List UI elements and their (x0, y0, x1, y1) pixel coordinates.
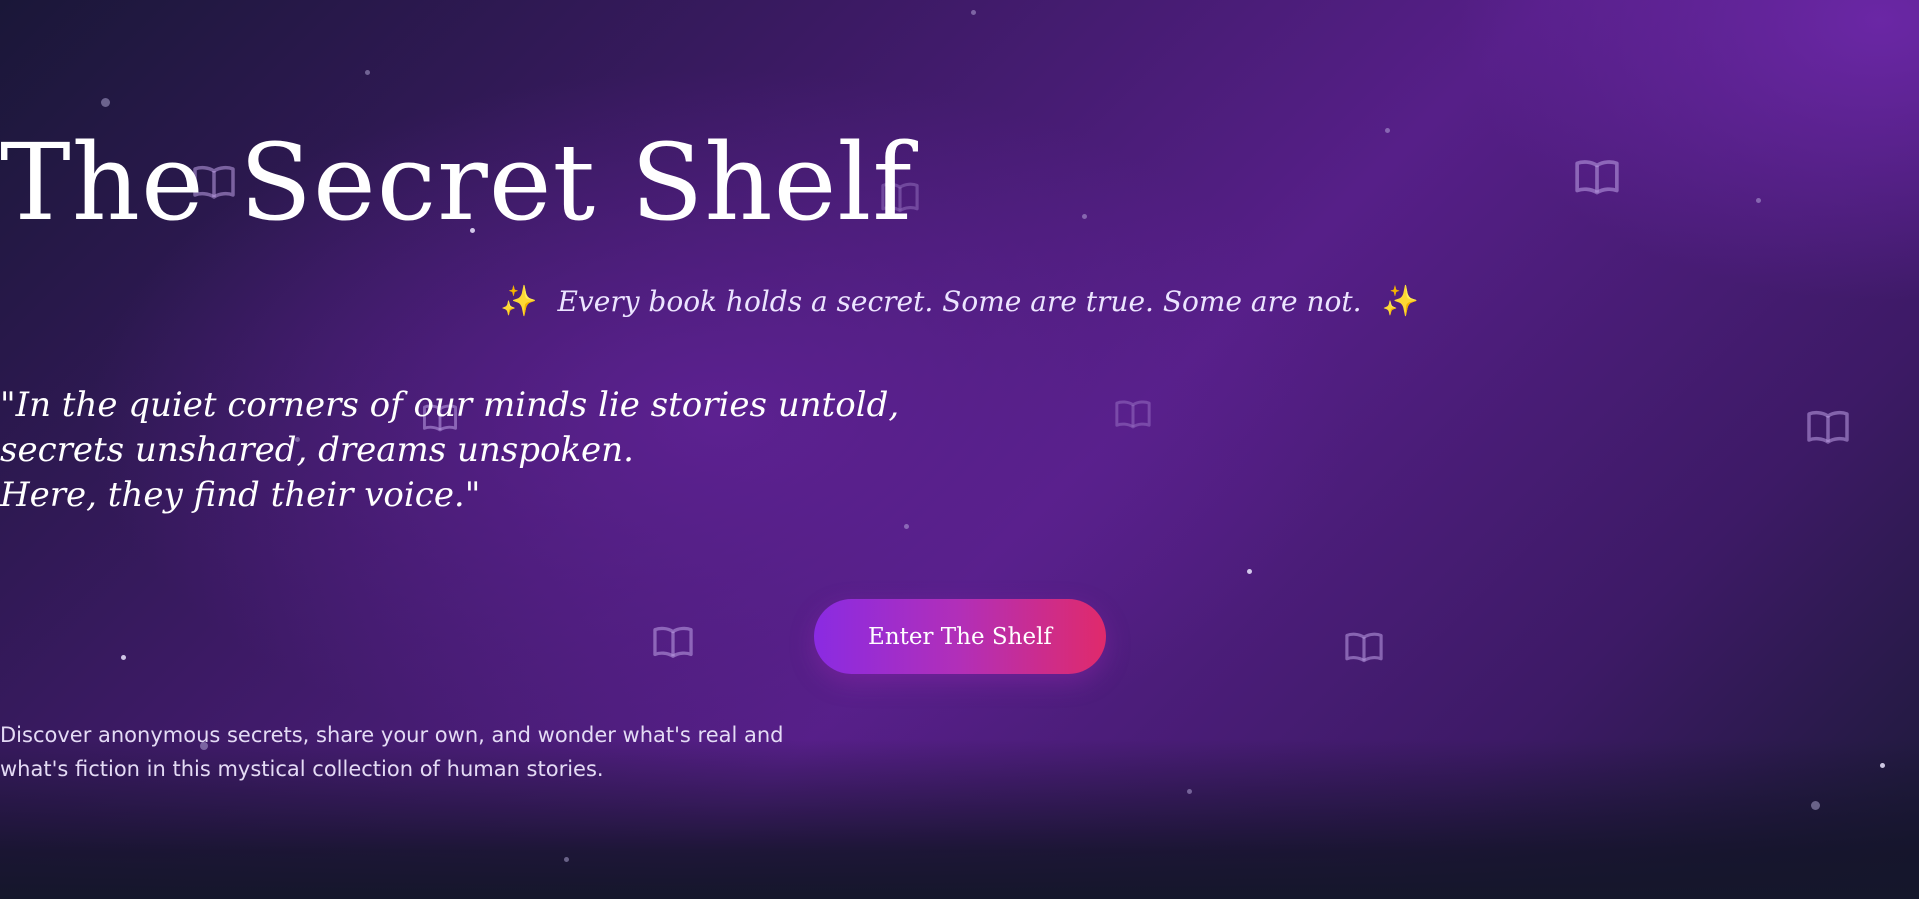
quote-line: Here, they find their voice." (0, 475, 481, 515)
description-line: Discover anonymous secrets, share your o… (0, 723, 784, 747)
sparkle-icon: ✨ (1381, 284, 1419, 319)
star-dot (121, 655, 126, 660)
star-dot (1187, 789, 1192, 794)
quote-line: secrets unshared, dreams unspoken. (0, 430, 634, 470)
enter-shelf-button[interactable]: Enter The Shelf (814, 599, 1106, 674)
hero-quote: "In the quiet corners of our minds lie s… (0, 383, 1919, 518)
star-dot (971, 10, 976, 15)
sparkle-icon: ✨ (500, 284, 538, 319)
tagline-text: Every book holds a secret. Some are true… (557, 285, 1362, 318)
description-line: what's fiction in this mystical collecti… (0, 757, 604, 781)
star-dot (101, 98, 110, 107)
star-dot (1811, 801, 1820, 810)
open-book-icon (652, 624, 694, 662)
quote-line: "In the quiet corners of our minds lie s… (0, 385, 900, 425)
page-title: The Secret Shelf (0, 121, 913, 244)
hero-description: Discover anonymous secrets, share your o… (0, 718, 1919, 786)
open-book-icon (1344, 630, 1384, 666)
star-dot (904, 524, 909, 529)
star-dot (365, 70, 370, 75)
star-dot (1247, 569, 1252, 574)
tagline: ✨ Every book holds a secret. Some are tr… (0, 284, 1919, 319)
star-dot (564, 857, 569, 862)
